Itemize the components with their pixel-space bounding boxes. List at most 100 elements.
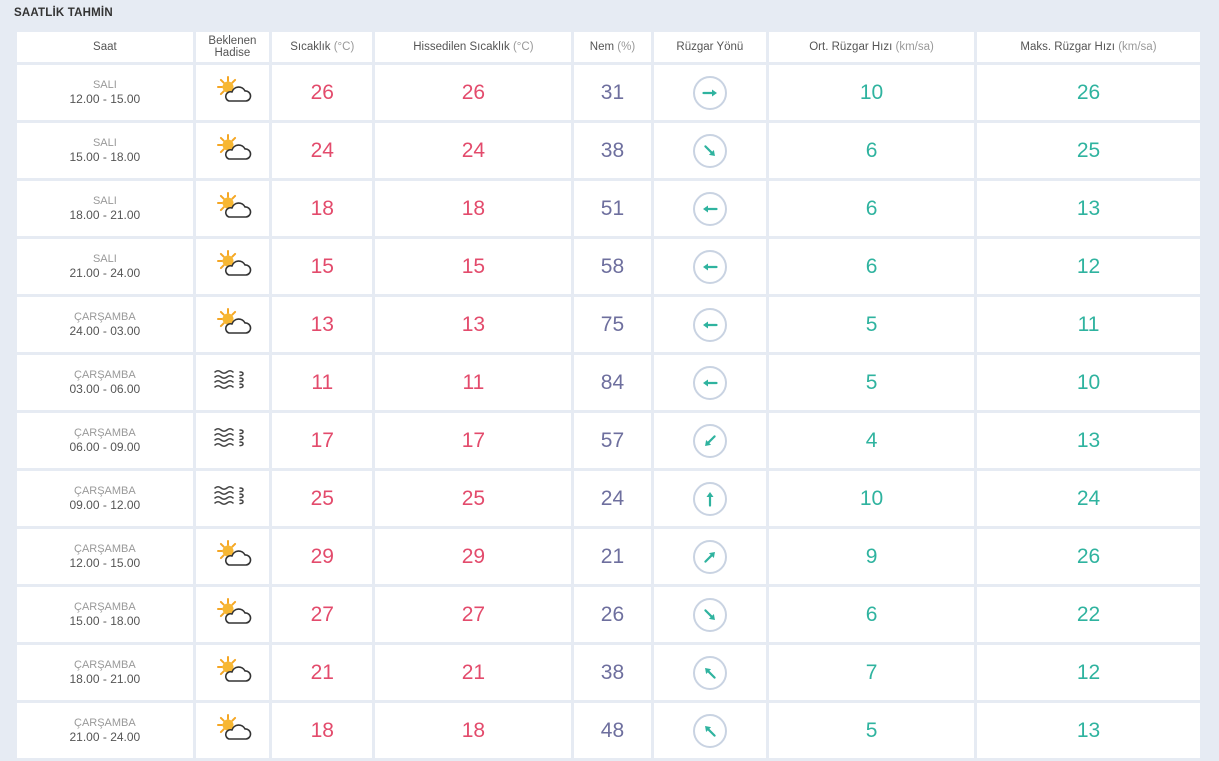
- wind-direction-cell: [653, 181, 767, 236]
- temperature-cell: 15: [272, 239, 373, 294]
- max-wind-cell: 12: [976, 239, 1200, 294]
- avg-wind-cell: 5: [769, 355, 974, 410]
- event-cell: [195, 355, 270, 410]
- table-row: SALI 15.00 - 18.00 24 24 38 6 25: [17, 123, 1200, 178]
- avg-wind-value: 6: [865, 602, 878, 626]
- humidity-cell: 58: [574, 239, 651, 294]
- header-avg-wind: Ort. Rüzgar Hızı (km/sa): [769, 32, 974, 62]
- day-label: ÇARŞAMBA: [74, 543, 136, 555]
- header-feels-like-label: Hissedilen Sıcaklık: [413, 41, 510, 53]
- avg-wind-value: 6: [865, 138, 878, 162]
- wind-direction-cell: [653, 703, 767, 758]
- event-cell: [195, 413, 270, 468]
- feels-like-cell: 27: [375, 587, 572, 642]
- time-cell: ÇARŞAMBA 06.00 - 09.00: [17, 413, 193, 468]
- haze-icon: [212, 425, 252, 456]
- partly-cloudy-icon: [212, 249, 252, 284]
- time-range: 21.00 - 24.00: [69, 266, 141, 280]
- feels-like-cell: 13: [375, 297, 572, 352]
- header-max-wind: Maks. Rüzgar Hızı (km/sa): [976, 32, 1200, 62]
- humidity-value: 48: [600, 718, 625, 742]
- avg-wind-value: 10: [859, 80, 884, 104]
- avg-wind-value: 6: [865, 196, 878, 220]
- header-max-wind-label: Maks. Rüzgar Hızı: [1020, 41, 1115, 53]
- max-wind-value: 26: [1076, 80, 1101, 104]
- time-cell: ÇARŞAMBA 03.00 - 06.00: [17, 355, 193, 410]
- temperature-value: 26: [310, 80, 334, 104]
- humidity-value: 38: [600, 138, 625, 162]
- day-label: ÇARŞAMBA: [74, 369, 136, 381]
- humidity-cell: 31: [574, 65, 651, 120]
- temperature-value: 18: [310, 196, 334, 220]
- northeast-arrow-icon: [692, 539, 727, 574]
- partly-cloudy-icon: [212, 655, 252, 690]
- avg-wind-cell: 6: [769, 123, 974, 178]
- day-label: ÇARŞAMBA: [74, 311, 136, 323]
- temperature-cell: 24: [272, 123, 373, 178]
- event-cell: [195, 181, 270, 236]
- feels-like-value: 11: [462, 370, 485, 394]
- feels-like-value: 27: [461, 602, 486, 626]
- time-cell: SALI 15.00 - 18.00: [17, 123, 193, 178]
- humidity-value: 84: [600, 370, 625, 394]
- header-temperature: Sıcaklık (°C): [272, 32, 373, 62]
- time-cell: SALI 12.00 - 15.00: [17, 65, 193, 120]
- max-wind-cell: 12: [976, 645, 1200, 700]
- humidity-value: 58: [600, 254, 625, 278]
- day-label: SALI: [92, 253, 117, 265]
- feels-like-cell: 18: [375, 703, 572, 758]
- southeast-arrow-icon: [692, 597, 727, 632]
- feels-like-value: 18: [461, 718, 486, 742]
- header-humidity-label: Nem: [589, 41, 615, 53]
- day-label: ÇARŞAMBA: [74, 485, 136, 497]
- event-cell: [195, 297, 270, 352]
- table-row: ÇARŞAMBA 12.00 - 15.00 29 29 21 9 26: [17, 529, 1200, 584]
- temperature-cell: 21: [272, 645, 373, 700]
- humidity-value: 26: [600, 602, 625, 626]
- humidity-cell: 75: [574, 297, 651, 352]
- table-row: ÇARŞAMBA 03.00 - 06.00 11 11 84 5 10: [17, 355, 1200, 410]
- day-label: ÇARŞAMBA: [74, 717, 136, 729]
- feels-like-value: 13: [461, 312, 486, 336]
- humidity-value: 24: [600, 486, 625, 510]
- partly-cloudy-icon: [212, 75, 252, 110]
- humidity-cell: 57: [574, 413, 651, 468]
- event-cell: [195, 587, 270, 642]
- wind-direction-cell: [653, 123, 767, 178]
- day-label: ÇARŞAMBA: [74, 601, 136, 613]
- haze-icon: [212, 483, 252, 514]
- temperature-value: 15: [310, 254, 334, 278]
- wind-direction-cell: [653, 355, 767, 410]
- table-row: ÇARŞAMBA 21.00 - 24.00 18 18 48 5 13: [17, 703, 1200, 758]
- max-wind-cell: 10: [976, 355, 1200, 410]
- table-row: SALI 21.00 - 24.00 15 15 58 6 12: [17, 239, 1200, 294]
- time-range: 12.00 - 15.00: [69, 556, 141, 570]
- feels-like-cell: 24: [375, 123, 572, 178]
- temperature-cell: 18: [272, 181, 373, 236]
- feels-like-value: 25: [461, 486, 486, 510]
- table-row: ÇARŞAMBA 09.00 - 12.00 25 25 24 10 24: [17, 471, 1200, 526]
- max-wind-cell: 24: [976, 471, 1200, 526]
- header-event: Beklenen Hadise: [195, 32, 270, 62]
- west-arrow-icon: [692, 191, 727, 226]
- table-row: ÇARŞAMBA 18.00 - 21.00 21 21 38 7 12: [17, 645, 1200, 700]
- feels-like-cell: 29: [375, 529, 572, 584]
- avg-wind-cell: 10: [769, 65, 974, 120]
- haze-icon: [212, 367, 252, 398]
- time-cell: SALI 21.00 - 24.00: [17, 239, 193, 294]
- table-row: ÇARŞAMBA 24.00 - 03.00 13 13 75 5 11: [17, 297, 1200, 352]
- partly-cloudy-icon: [212, 191, 252, 226]
- header-humidity-unit: (%): [617, 41, 636, 53]
- wind-direction-cell: [653, 239, 767, 294]
- avg-wind-value: 5: [865, 718, 878, 742]
- max-wind-value: 26: [1076, 544, 1101, 568]
- time-cell: ÇARŞAMBA 15.00 - 18.00: [17, 587, 193, 642]
- temperature-cell: 25: [272, 471, 373, 526]
- time-range: 24.00 - 03.00: [69, 324, 141, 338]
- time-cell: ÇARŞAMBA 24.00 - 03.00: [17, 297, 193, 352]
- partly-cloudy-icon: [212, 307, 252, 342]
- west-arrow-icon: [692, 249, 727, 284]
- time-range: 18.00 - 21.00: [69, 208, 141, 222]
- feels-like-cell: 25: [375, 471, 572, 526]
- temperature-cell: 29: [272, 529, 373, 584]
